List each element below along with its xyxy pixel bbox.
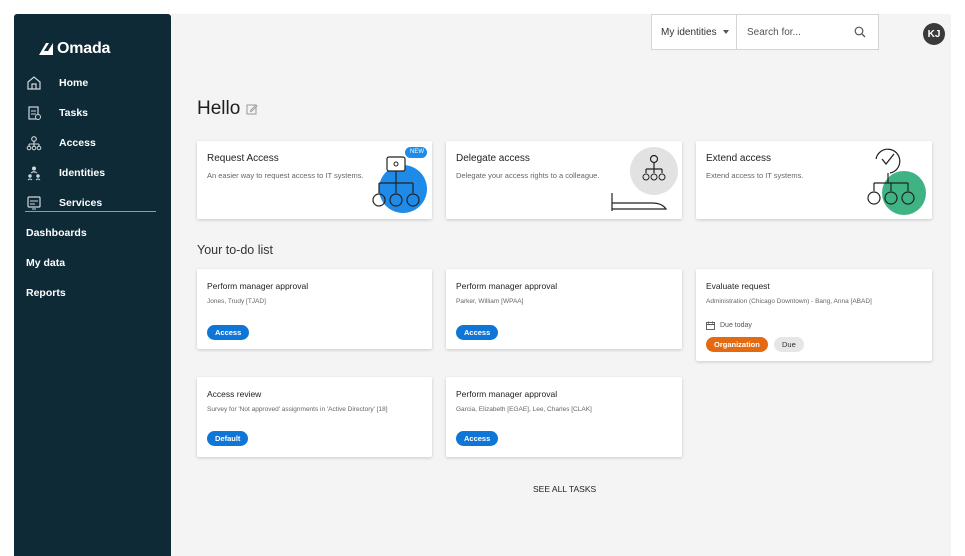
extend-access-illustration-icon (867, 148, 926, 215)
card-title: Request Access (207, 153, 279, 164)
todo-section-title: Your to-do list (197, 243, 273, 257)
services-icon (27, 196, 41, 210)
task-card[interactable]: Perform manager approval Parker, William… (446, 269, 682, 349)
task-subtitle: Parker, William [WPAA] (456, 298, 524, 305)
sidebar-item-label: Home (59, 77, 89, 89)
task-badge: Access (207, 325, 250, 340)
sidebar-item-access[interactable]: Access (26, 132, 96, 154)
task-card[interactable]: Access review Survey for 'Not approved' … (197, 377, 432, 457)
task-card[interactable]: Perform manager approval Garcia, Elizabe… (446, 377, 682, 457)
greeting-text: Hello (197, 98, 241, 119)
organization-badge: Organization (706, 337, 768, 352)
request-access-illustration-icon (372, 147, 427, 213)
card-description: An easier way to request access to IT sy… (207, 171, 364, 180)
omada-logo-icon (39, 43, 53, 55)
sidebar-item-tasks[interactable]: Tasks (26, 102, 88, 124)
access-icon (26, 136, 42, 151)
sidebar-item-label: Access (59, 137, 96, 149)
greeting: Hello (197, 98, 258, 120)
sidebar-item-label: Services (59, 197, 103, 209)
request-access-card[interactable]: Request Access An easier way to request … (197, 141, 432, 219)
delegate-access-card[interactable]: Delegate access Delegate your access rig… (446, 141, 682, 219)
task-subtitle: Garcia, Elizabeth [EGAE], Lee, Charles [… (456, 406, 592, 413)
identities-icon (27, 166, 41, 181)
extend-access-card[interactable]: Extend access Extend access to IT system… (696, 141, 932, 219)
sidebar-item-label: Identities (59, 167, 106, 179)
task-subtitle: Administration (Chicago Downtown) - Bang… (706, 298, 872, 305)
main-content: My identities KJ Hello Request Access An… (171, 14, 951, 556)
sidebar-divider (25, 211, 156, 212)
brand-name: Omada (57, 40, 111, 57)
task-card[interactable]: Evaluate request Administration (Chicago… (696, 269, 932, 361)
task-card[interactable]: Perform manager approval Jones, Trudy [T… (197, 269, 432, 349)
user-avatar[interactable]: KJ (923, 23, 945, 45)
sidebar-item-identities[interactable]: Identities (26, 162, 105, 184)
identity-scope-select[interactable]: My identities (651, 14, 737, 50)
task-badge: Access (456, 325, 499, 340)
task-title: Access review (207, 389, 262, 399)
sidebar-link-my-data[interactable]: My data (26, 257, 65, 269)
calendar-icon (706, 321, 715, 330)
edit-icon[interactable] (246, 103, 258, 115)
task-title: Evaluate request (706, 281, 770, 291)
home-icon (27, 76, 41, 90)
sidebar-item-label: Tasks (59, 107, 88, 119)
search-box (736, 14, 879, 50)
task-title: Perform manager approval (207, 281, 309, 291)
due-date: Due today (706, 321, 752, 330)
sidebar-link-reports[interactable]: Reports (26, 287, 66, 299)
sidebar: Omada Home Tasks Access Identities Servi… (14, 14, 171, 556)
delegate-access-illustration-icon (611, 147, 678, 211)
sidebar-item-home[interactable]: Home (26, 72, 88, 94)
see-all-tasks-link[interactable]: SEE ALL TASKS (533, 484, 596, 494)
search-input[interactable] (737, 15, 847, 49)
task-subtitle: Jones, Trudy [TJAD] (207, 298, 266, 305)
tasks-icon (28, 106, 41, 120)
search-icon[interactable] (854, 26, 866, 38)
task-subtitle: Survey for 'Not approved' assignments in… (207, 406, 388, 413)
task-title: Perform manager approval (456, 389, 558, 399)
card-description: Extend access to IT systems. (706, 171, 804, 180)
card-title: Extend access (706, 153, 772, 164)
card-title: Delegate access (456, 153, 530, 164)
chevron-down-icon (722, 30, 729, 34)
task-badge: Default (207, 431, 249, 446)
task-title: Perform manager approval (456, 281, 558, 291)
task-badge: Access (456, 431, 499, 446)
due-badge: Due (774, 337, 804, 352)
brand[interactable]: Omada (38, 40, 110, 58)
due-text: Due today (720, 322, 752, 329)
new-badge: NEW (410, 149, 424, 155)
card-description: Delegate your access rights to a colleag… (456, 171, 600, 180)
sidebar-link-dashboards[interactable]: Dashboards (26, 227, 87, 239)
identity-scope-value: My identities (661, 26, 717, 38)
